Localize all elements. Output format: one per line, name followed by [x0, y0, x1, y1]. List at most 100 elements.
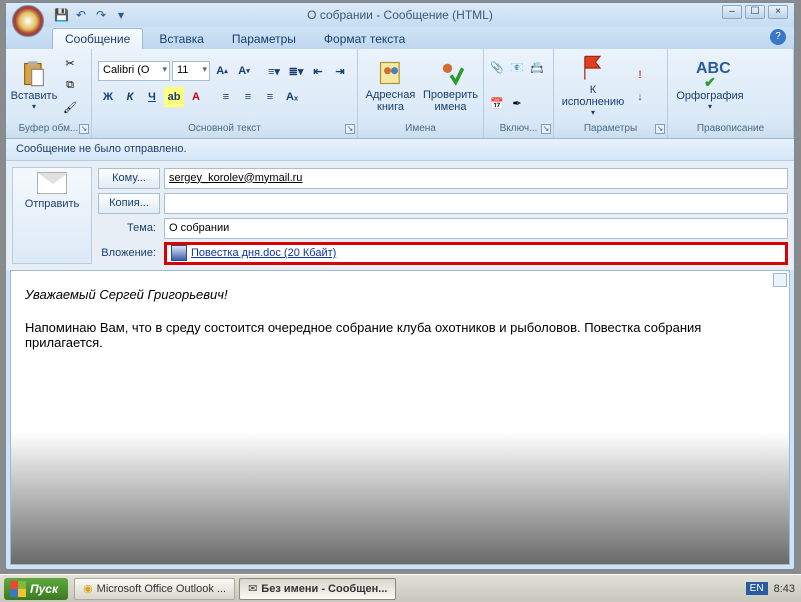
qat-more-icon[interactable]: ▾ [114, 8, 128, 22]
window-title: О собрании - Сообщение (HTML) [307, 8, 493, 22]
importance-low-icon[interactable]: ↓ [631, 88, 649, 106]
titlebar: 💾 ↶ ↷ ▾ О собрании - Сообщение (HTML) – … [6, 3, 794, 27]
bullets-icon[interactable]: ≡▾ [264, 61, 284, 81]
system-tray: EN 8:43 [746, 582, 801, 595]
address-book-button[interactable]: Адресная книга [362, 53, 419, 119]
body-text: Напоминаю Вам, что в среду состоится оче… [25, 320, 775, 350]
font-size-combo[interactable]: 11 [172, 61, 210, 81]
cc-field[interactable] [164, 193, 788, 214]
language-indicator[interactable]: EN [746, 582, 768, 595]
tab-message[interactable]: Сообщение [52, 28, 143, 49]
envelope-icon [37, 172, 67, 194]
copy-icon[interactable]: ⧉ [61, 77, 79, 95]
group-followup-label: Параметры↘ [554, 122, 667, 138]
spelling-button[interactable]: ABC✔ Орфография ▾ [672, 53, 748, 119]
to-field[interactable]: sergey_korolev@mymail.ru [164, 168, 788, 189]
group-font: Calibri (О 11 A▴ A▾ ≡▾ ≣▾ ⇤ ⇥ Ж К Ч ab A [92, 49, 358, 138]
format-painter-icon[interactable]: 🖌 [61, 99, 79, 117]
font-color-icon[interactable]: A [186, 87, 206, 107]
close-button[interactable]: × [768, 5, 788, 19]
outdent-icon[interactable]: ⇤ [308, 61, 328, 81]
check-names-button[interactable]: Проверить имена [422, 53, 479, 119]
signature-icon[interactable]: ✒ [508, 94, 526, 112]
undo-icon[interactable]: ↶ [74, 8, 88, 22]
body-greeting: Уважаемый Сергей Григорьевич! [25, 287, 775, 302]
group-names-label: Имена [358, 122, 483, 138]
to-button[interactable]: Кому... [98, 168, 160, 189]
paste-label: Вставить [11, 90, 58, 102]
align-left-icon[interactable]: ≡ [216, 87, 236, 107]
followup-label: К исполнению [558, 84, 628, 108]
numbering-icon[interactable]: ≣▾ [286, 61, 306, 81]
spelling-icon: ABC✔ [696, 60, 724, 88]
infobar: Сообщение не было отправлено. [6, 139, 794, 161]
group-spelling: ABC✔ Орфография ▾ Правописание [668, 49, 794, 138]
business-card-icon[interactable]: 📇 [528, 59, 546, 77]
italic-icon[interactable]: К [120, 87, 140, 107]
clock: 8:43 [774, 583, 795, 595]
group-font-label: Основной текст↘ [92, 122, 357, 138]
attachment-field[interactable]: Повестка дня.doc (20 Кбайт) [164, 242, 788, 265]
message-body[interactable]: Уважаемый Сергей Григорьевич! Напоминаю … [10, 270, 790, 565]
bold-icon[interactable]: Ж [98, 87, 118, 107]
align-right-icon[interactable]: ≡ [260, 87, 280, 107]
tab-insert[interactable]: Вставка [147, 29, 216, 49]
office-button[interactable] [12, 5, 44, 37]
group-followup: К исполнению ▾ ! ↓ Параметры↘ [554, 49, 668, 138]
attachment-name: Повестка дня.doc (20 Кбайт) [191, 247, 336, 259]
taskbar-outlook[interactable]: ◉Microsoft Office Outlook ... [74, 578, 235, 600]
flag-icon [579, 54, 607, 82]
taskbar-message[interactable]: ✉Без имени - Сообщен... [239, 578, 396, 600]
group-clipboard-label: Буфер обм...↘ [6, 122, 91, 138]
doc-icon [171, 245, 187, 261]
attach-file-icon[interactable]: 📎 [488, 59, 506, 77]
tab-options[interactable]: Параметры [220, 29, 308, 49]
font-dialog-launcher[interactable]: ↘ [345, 124, 355, 134]
maximize-button[interactable]: ☐ [745, 5, 765, 19]
message-window: 💾 ↶ ↷ ▾ О собрании - Сообщение (HTML) – … [5, 2, 795, 570]
minimize-button[interactable]: – [722, 5, 742, 19]
options-dialog-launcher[interactable]: ↘ [655, 124, 665, 134]
check-names-icon [437, 59, 465, 87]
group-clipboard: Вставить ▾ ✂ ⧉ 🖌 Буфер обм...↘ [6, 49, 92, 138]
start-button[interactable]: Пуск [4, 578, 68, 600]
underline-icon[interactable]: Ч [142, 87, 162, 107]
save-icon[interactable]: 💾 [54, 8, 68, 22]
clipboard-dialog-launcher[interactable]: ↘ [79, 124, 89, 134]
tab-format[interactable]: Формат текста [312, 29, 417, 49]
ribbon-tabstrip: Сообщение Вставка Параметры Формат текст… [6, 27, 794, 49]
attach-item-icon[interactable]: 📧 [508, 59, 526, 77]
align-center-icon[interactable]: ≡ [238, 87, 258, 107]
quick-access-toolbar: 💾 ↶ ↷ ▾ [54, 8, 128, 22]
cut-icon[interactable]: ✂ [61, 55, 79, 73]
ribbon: Вставить ▾ ✂ ⧉ 🖌 Буфер обм...↘ Calibri (… [6, 49, 794, 139]
clear-format-icon[interactable]: Aₓ [282, 87, 302, 107]
highlight-icon[interactable]: ab [164, 87, 184, 107]
address-book-label: Адресная книга [362, 89, 419, 113]
font-name-combo[interactable]: Calibri (О [98, 61, 170, 81]
include-dialog-launcher[interactable]: ↘ [541, 124, 551, 134]
followup-button[interactable]: К исполнению ▾ [558, 53, 628, 119]
check-names-label: Проверить имена [422, 89, 479, 113]
send-button[interactable]: Отправить [12, 167, 92, 264]
windows-flag-icon [10, 581, 26, 597]
group-spelling-label: Правописание [668, 122, 793, 138]
calendar-icon[interactable]: 📅 [488, 94, 506, 112]
indent-icon[interactable]: ⇥ [330, 61, 350, 81]
start-label: Пуск [30, 582, 58, 596]
shrink-font-icon[interactable]: A▾ [234, 61, 254, 81]
subject-field[interactable]: О собрании [164, 218, 788, 239]
send-label: Отправить [25, 198, 80, 210]
group-include-label: Включ...↘ [484, 122, 553, 138]
taskbar: Пуск ◉Microsoft Office Outlook ... ✉Без … [0, 574, 801, 602]
ruler-toggle-icon[interactable] [773, 273, 787, 287]
importance-high-icon[interactable]: ! [631, 66, 649, 84]
cc-button[interactable]: Копия... [98, 193, 160, 214]
grow-font-icon[interactable]: A▴ [212, 61, 232, 81]
paste-button[interactable]: Вставить ▾ [10, 53, 58, 119]
help-icon[interactable]: ? [770, 29, 786, 45]
spelling-label: Орфография [676, 90, 743, 102]
address-book-icon [377, 59, 405, 87]
group-include: 📎 📧 📇 📅 ✒ Включ...↘ [484, 49, 554, 138]
redo-icon[interactable]: ↷ [94, 8, 108, 22]
